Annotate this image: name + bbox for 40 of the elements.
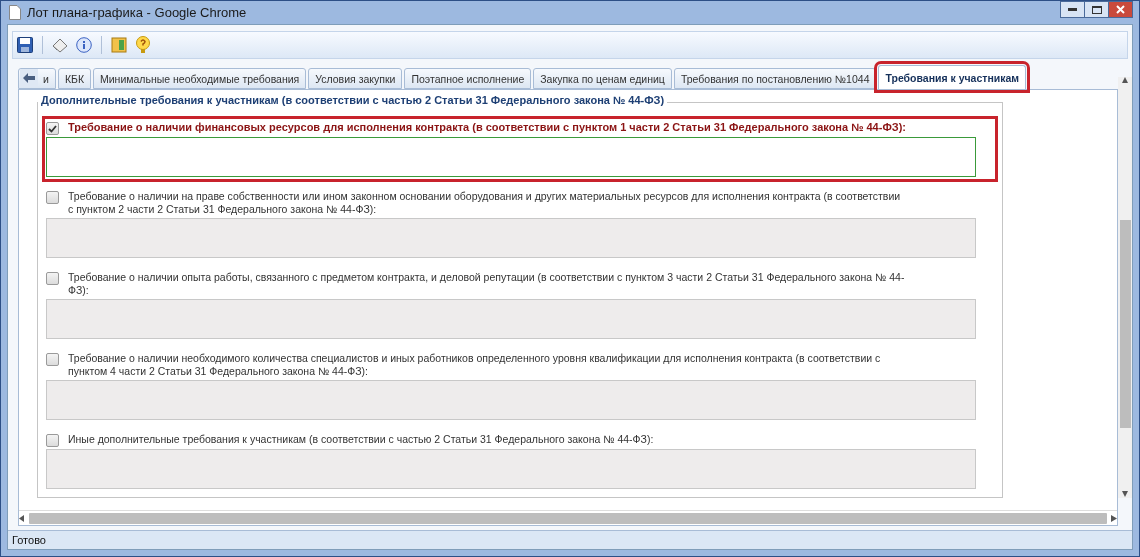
scrollbar-thumb[interactable] bbox=[29, 512, 1107, 524]
requirement-label: Требование о наличии на праве собственности или ином законном основании оборудования и других материальных ресурсов для исполнения контракта (в соответствии с пунктом 2 части 2 Статьи 31 Федерального закона № 44-ФЗ): bbox=[68, 190, 902, 216]
requirement-label: Требование о наличии опыта работы, связанного с предметом контракта, и деловой репутации (в соответствии с пунктом 3 части 2 Статьи 31 Федерального закона № 44-ФЗ): bbox=[68, 271, 906, 297]
text-field[interactable] bbox=[46, 449, 976, 489]
checkbox[interactable] bbox=[46, 434, 59, 447]
checkbox[interactable] bbox=[46, 353, 59, 366]
text-field[interactable] bbox=[46, 137, 976, 177]
scroll-right-icon[interactable] bbox=[1111, 514, 1117, 522]
requirement-label: Требование о наличии финансовых ресурсов для исполнения контракта (в соответствии с пунктом 1 части 2 Статьи 31 Федерального закона № 44-ФЗ): bbox=[68, 121, 907, 134]
scroll-down-icon[interactable] bbox=[1122, 491, 1128, 498]
tab[interactable]: Требования по постановлению №1044 bbox=[673, 68, 877, 89]
checkbox[interactable] bbox=[46, 122, 59, 135]
window-title: Лот плана-графика - Google Chrome bbox=[27, 5, 247, 20]
maximize-icon bbox=[1091, 5, 1102, 14]
requirement-label: Требование о наличии необходимого количества специалистов и иных работников определенного уровня квалификации для исполнения контракта (в соответствии с пунктом 4 части 2 Статьи 31 Федерального закона № 44-ФЗ): bbox=[68, 352, 882, 378]
text-field[interactable] bbox=[46, 380, 976, 420]
group-legend: Дополнительные требования к участникам (в соответствии с частью 2 Статьи 31 Федерального закона № 44-ФЗ) bbox=[38, 94, 668, 106]
scroll-up-icon[interactable] bbox=[1122, 77, 1128, 84]
info-icon[interactable] bbox=[74, 35, 94, 55]
tab[interactable]: Поэтапное исполнение bbox=[404, 68, 532, 89]
page-icon bbox=[9, 5, 21, 20]
scrollbar-thumb[interactable] bbox=[1119, 220, 1131, 428]
text-field[interactable] bbox=[46, 299, 976, 339]
tab[interactable]: Минимальные необходимые требования bbox=[93, 68, 307, 89]
help-icon[interactable] bbox=[133, 35, 153, 55]
text-field[interactable] bbox=[46, 218, 976, 258]
requirement-label: Иные дополнительные требования к участникам (в соответствии с частью 2 Статьи 31 Федерального закона № 44-ФЗ): bbox=[68, 433, 655, 446]
maximize-button[interactable] bbox=[1084, 1, 1109, 18]
tab[interactable]: Закупка по ценам единиц bbox=[533, 68, 672, 89]
status-text: Готово bbox=[12, 534, 46, 546]
scroll-left-icon[interactable] bbox=[19, 514, 25, 522]
checkbox[interactable] bbox=[46, 191, 59, 204]
tab[interactable]: КБК bbox=[57, 68, 91, 89]
tab[interactable]: Условия закупки bbox=[308, 68, 403, 89]
minimize-icon bbox=[1068, 8, 1077, 11]
checkbox[interactable] bbox=[46, 272, 59, 285]
close-button[interactable] bbox=[1108, 1, 1133, 18]
close-icon bbox=[1116, 5, 1125, 14]
save-icon[interactable] bbox=[15, 35, 35, 55]
minimize-button[interactable] bbox=[1060, 1, 1085, 18]
